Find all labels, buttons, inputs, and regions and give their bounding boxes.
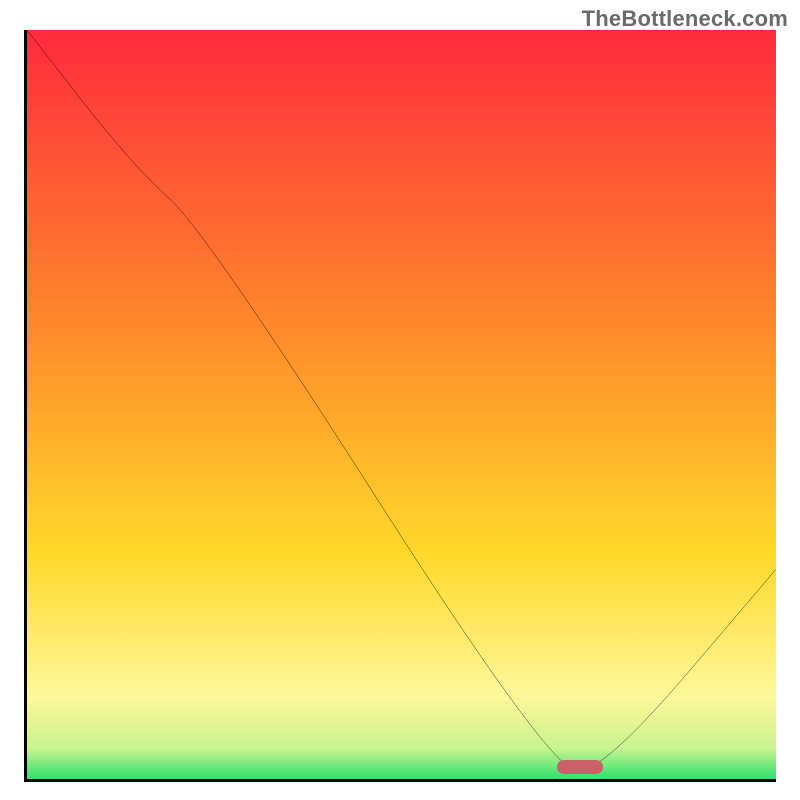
plot-area <box>24 30 776 782</box>
bottleneck-curve <box>27 30 776 779</box>
chart-container: TheBottleneck.com <box>0 0 800 800</box>
optimal-point-marker <box>557 760 603 774</box>
watermark-text: TheBottleneck.com <box>582 6 788 32</box>
